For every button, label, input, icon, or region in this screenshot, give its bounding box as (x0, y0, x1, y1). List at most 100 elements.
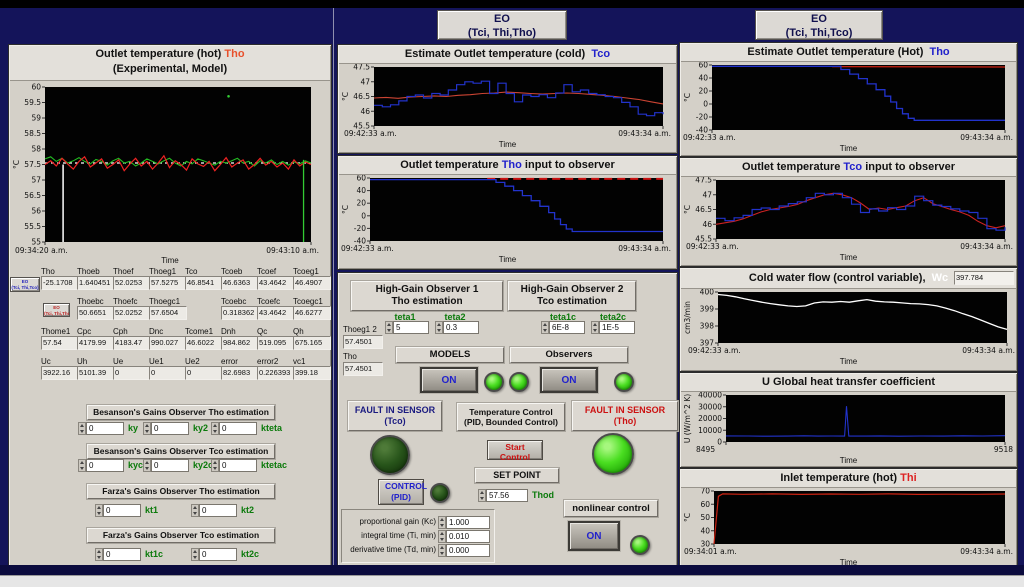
svg-text:09:34:01 a.m.: 09:34:01 a.m. (684, 547, 737, 556)
teta1-spinner[interactable] (385, 321, 393, 334)
nonlinear-on-button[interactable]: ON (568, 521, 620, 551)
eo-small-tho-button[interactable]: EO (Tci, Thi,Tho) (43, 303, 70, 317)
gain-ky2-spinner[interactable] (143, 422, 151, 435)
pid-gain-1-spinner[interactable] (438, 530, 446, 543)
u-global-chart: 01000020000300004000084959518U (W/m^2 K) (682, 392, 1015, 454)
tco-input-panel: Outlet temperature Tco input to observer… (679, 157, 1018, 267)
chart-title-tco-input: Outlet temperature Tco input to observer (681, 159, 1016, 177)
temperature-control-header: Temperature Control (PID, Bounded Contro… (457, 403, 565, 431)
svg-text:09:43:34 a.m.: 09:43:34 a.m. (960, 133, 1013, 142)
gain-kt2-input[interactable]: 0 (191, 504, 237, 517)
teta1c-value: 6E-8 (549, 321, 585, 334)
table-cell-value: 57.5275 (149, 276, 187, 290)
chart-title-estimate-tco: Estimate Outlet temperature (cold) Tco (339, 46, 676, 64)
set-point-spinner[interactable] (478, 489, 486, 502)
control-pid-line1: CONTROL (385, 481, 417, 492)
table-cell-value: 52.0252 (113, 306, 151, 320)
svg-text:398: 398 (700, 322, 715, 331)
eo-small-tho-line2: (Tci, Thi,Tho) (44, 311, 69, 317)
teta2c-input[interactable]: 1E-5 (591, 321, 635, 334)
gain-ky2c-spinner[interactable] (143, 459, 151, 472)
gain-label-kt2c: kt2c (241, 549, 259, 559)
gain-ky-spinner[interactable] (78, 422, 86, 435)
hg2-line1: High-Gain Observer 2 (509, 284, 635, 296)
tho-experiment-panel: Outlet temperature (hot) Tho(Experimenta… (8, 44, 332, 570)
tho-experimental-chart: 5555.55656.55757.55858.55959.56009:34:20… (11, 83, 327, 255)
svg-text:30000: 30000 (698, 402, 722, 411)
svg-text:47.5: 47.5 (695, 177, 712, 185)
pid-gain-0-input[interactable]: 1.000 (438, 516, 490, 529)
table-cell-label: Uh (77, 357, 87, 366)
pid-gain-label: proportional gain (Kc) (344, 517, 436, 526)
gain-label-ky2: ky2 (193, 423, 208, 433)
table-cell-value: 0 (113, 366, 151, 380)
table-cell-value: 43.4642 (257, 276, 295, 290)
window-bottom-strip (0, 575, 1024, 587)
eo-small-tco-button[interactable]: EO (Tci, Thi,Tco) (10, 277, 40, 292)
observers-on-button[interactable]: ON (540, 367, 598, 393)
teta2-spinner[interactable] (435, 321, 443, 334)
teta1c-spinner[interactable] (541, 321, 549, 334)
start-control-button[interactable]: Start Control (487, 440, 543, 460)
x-axis-label: Time (338, 255, 677, 264)
pid-gain-2-input[interactable]: 0.000 (438, 544, 490, 557)
gain-kt1c-input[interactable]: 0 (95, 548, 141, 561)
teta2c-value: 1E-5 (599, 321, 635, 334)
gain-kt1c-spinner[interactable] (95, 548, 103, 561)
gain-kyc-spinner[interactable] (78, 459, 86, 472)
eo-tco-line2: (Tci, Thi,Tco) (762, 26, 876, 40)
table-cell-value: 0 (185, 366, 223, 380)
teta2-input[interactable]: 0.3 (435, 321, 479, 334)
gain-label-kt2: kt2 (241, 505, 254, 515)
pane-divider (333, 8, 334, 587)
tho-indicator-value: 57.4501 (343, 362, 383, 376)
gain-ktetac-spinner[interactable] (211, 459, 219, 472)
eo-tco-button[interactable]: EO (Tci, Thi,Tco) (755, 10, 883, 40)
svg-text:70: 70 (700, 488, 710, 496)
gains-header-label: Farza's Gains Observer Tho estimation (88, 486, 274, 496)
table-cell-value: 50.6651 (77, 306, 115, 320)
teta1-input[interactable]: 5 (385, 321, 429, 334)
control-pid-button[interactable]: CONTROL (PID) (378, 479, 424, 505)
eo-small-tco-line2: (Tci, Thi,Tco) (11, 285, 39, 291)
x-axis-label: Time (338, 140, 677, 149)
gain-kt2c-spinner[interactable] (191, 548, 199, 561)
gain-ktetac-input[interactable]: 0 (211, 459, 257, 472)
teta1c-input[interactable]: 6E-8 (541, 321, 585, 334)
svg-text:60: 60 (698, 62, 708, 70)
gains-header-label: Besanson's Gains Observer Tco estimation (88, 446, 274, 456)
svg-text:0: 0 (703, 100, 708, 109)
set-point-input[interactable]: 57.56 (478, 489, 528, 502)
pid-gain-0-spinner[interactable] (438, 516, 446, 529)
models-on-button[interactable]: ON (420, 367, 478, 393)
gain-kt2c-input[interactable]: 0 (191, 548, 237, 561)
svg-text:U (W/m^2 K): U (W/m^2 K) (683, 394, 692, 443)
gain-ky2-input[interactable]: 0 (143, 422, 189, 435)
gain-kteta-input[interactable]: 0 (211, 422, 257, 435)
gain-ktetac-value: 0 (219, 459, 257, 472)
svg-text:-20: -20 (696, 113, 708, 122)
svg-text:50: 50 (700, 513, 710, 522)
gain-ky-input[interactable]: 0 (78, 422, 124, 435)
gain-ky2c-input[interactable]: 0 (143, 459, 189, 472)
gains-header: Farza's Gains Observer Tho estimation (87, 484, 275, 499)
svg-text:°C: °C (341, 205, 350, 214)
fault-sensor-tho-header: FAULT IN SENSOR (Tho) (572, 401, 678, 431)
teta2c-spinner[interactable] (591, 321, 599, 334)
hg2-line2: Tco estimation (509, 296, 635, 308)
set-point-header: SET POINT (475, 468, 559, 483)
pid-gain-2-spinner[interactable] (438, 544, 446, 557)
gain-kteta-spinner[interactable] (211, 422, 219, 435)
table-cell-label: Qc (257, 327, 267, 336)
eo-tho-button[interactable]: EO (Tci, Thi,Tho) (437, 10, 567, 40)
gain-kt2-spinner[interactable] (191, 504, 199, 517)
svg-text:60: 60 (700, 500, 710, 509)
table-cell-value: 519.095 (257, 336, 295, 350)
gain-kt1-spinner[interactable] (95, 504, 103, 517)
models-led-2 (509, 372, 529, 392)
pid-gain-1-input[interactable]: 0.010 (438, 530, 490, 543)
fault-tho-line1: FAULT IN SENSOR (573, 405, 677, 416)
gain-kt1-input[interactable]: 0 (95, 504, 141, 517)
gain-kyc-input[interactable]: 0 (78, 459, 124, 472)
models-header: MODELS (396, 347, 504, 363)
